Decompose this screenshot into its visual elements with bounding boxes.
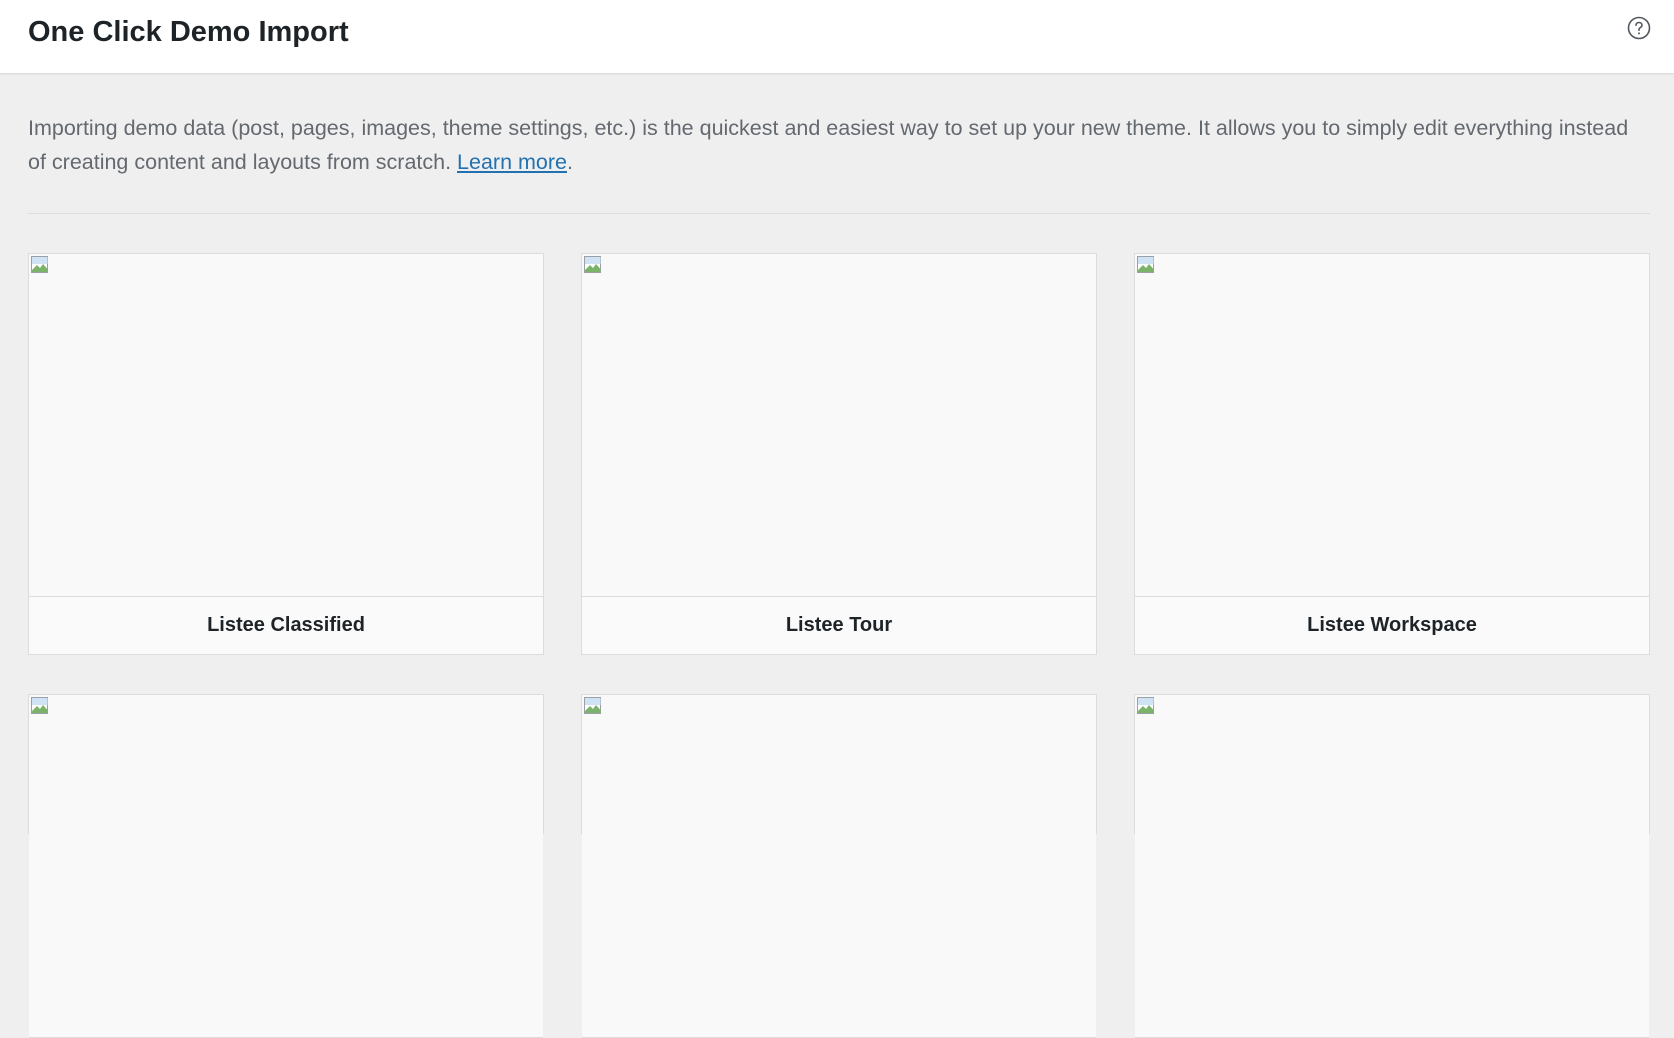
demo-card-4[interactable]	[28, 694, 544, 1038]
demo-card-listee-tour[interactable]: Listee Tour	[581, 253, 1097, 655]
intro-paragraph: Importing demo data (post, pages, images…	[28, 111, 1648, 179]
demo-thumbnail[interactable]	[582, 695, 1096, 1038]
demo-card-6[interactable]	[1134, 694, 1650, 1038]
demo-thumbnail[interactable]	[29, 695, 543, 1038]
demo-name: Listee Tour	[785, 614, 893, 636]
broken-image-icon	[31, 697, 48, 714]
demo-card-listee-workspace[interactable]: Listee Workspace	[1134, 253, 1650, 655]
help-icon[interactable]	[1627, 16, 1651, 40]
intro-text: Importing demo data (post, pages, images…	[28, 116, 1629, 174]
intro-trailing: .	[566, 150, 573, 174]
demo-thumbnail[interactable]	[1135, 254, 1649, 597]
question-circle-icon	[1627, 16, 1651, 40]
header-bar: One Click Demo Import	[0, 0, 1674, 74]
demo-name: Listee Classified	[207, 614, 365, 636]
divider	[28, 213, 1650, 214]
broken-image-icon	[1137, 697, 1154, 714]
demo-name: Listee Workspace	[1307, 614, 1477, 636]
learn-more-link[interactable]: Learn more	[457, 150, 567, 174]
broken-image-icon	[584, 256, 601, 273]
demo-thumbnail[interactable]	[29, 254, 543, 597]
demo-card-5[interactable]	[581, 694, 1097, 1038]
page-title: One Click Demo Import	[28, 16, 349, 48]
demo-card-listee-classified[interactable]: Listee Classified	[28, 253, 544, 655]
demo-thumbnail[interactable]	[582, 254, 1096, 597]
broken-image-icon	[1137, 256, 1154, 273]
demo-thumbnail[interactable]	[1135, 695, 1649, 1038]
broken-image-icon	[584, 697, 601, 714]
broken-image-icon	[31, 256, 48, 273]
